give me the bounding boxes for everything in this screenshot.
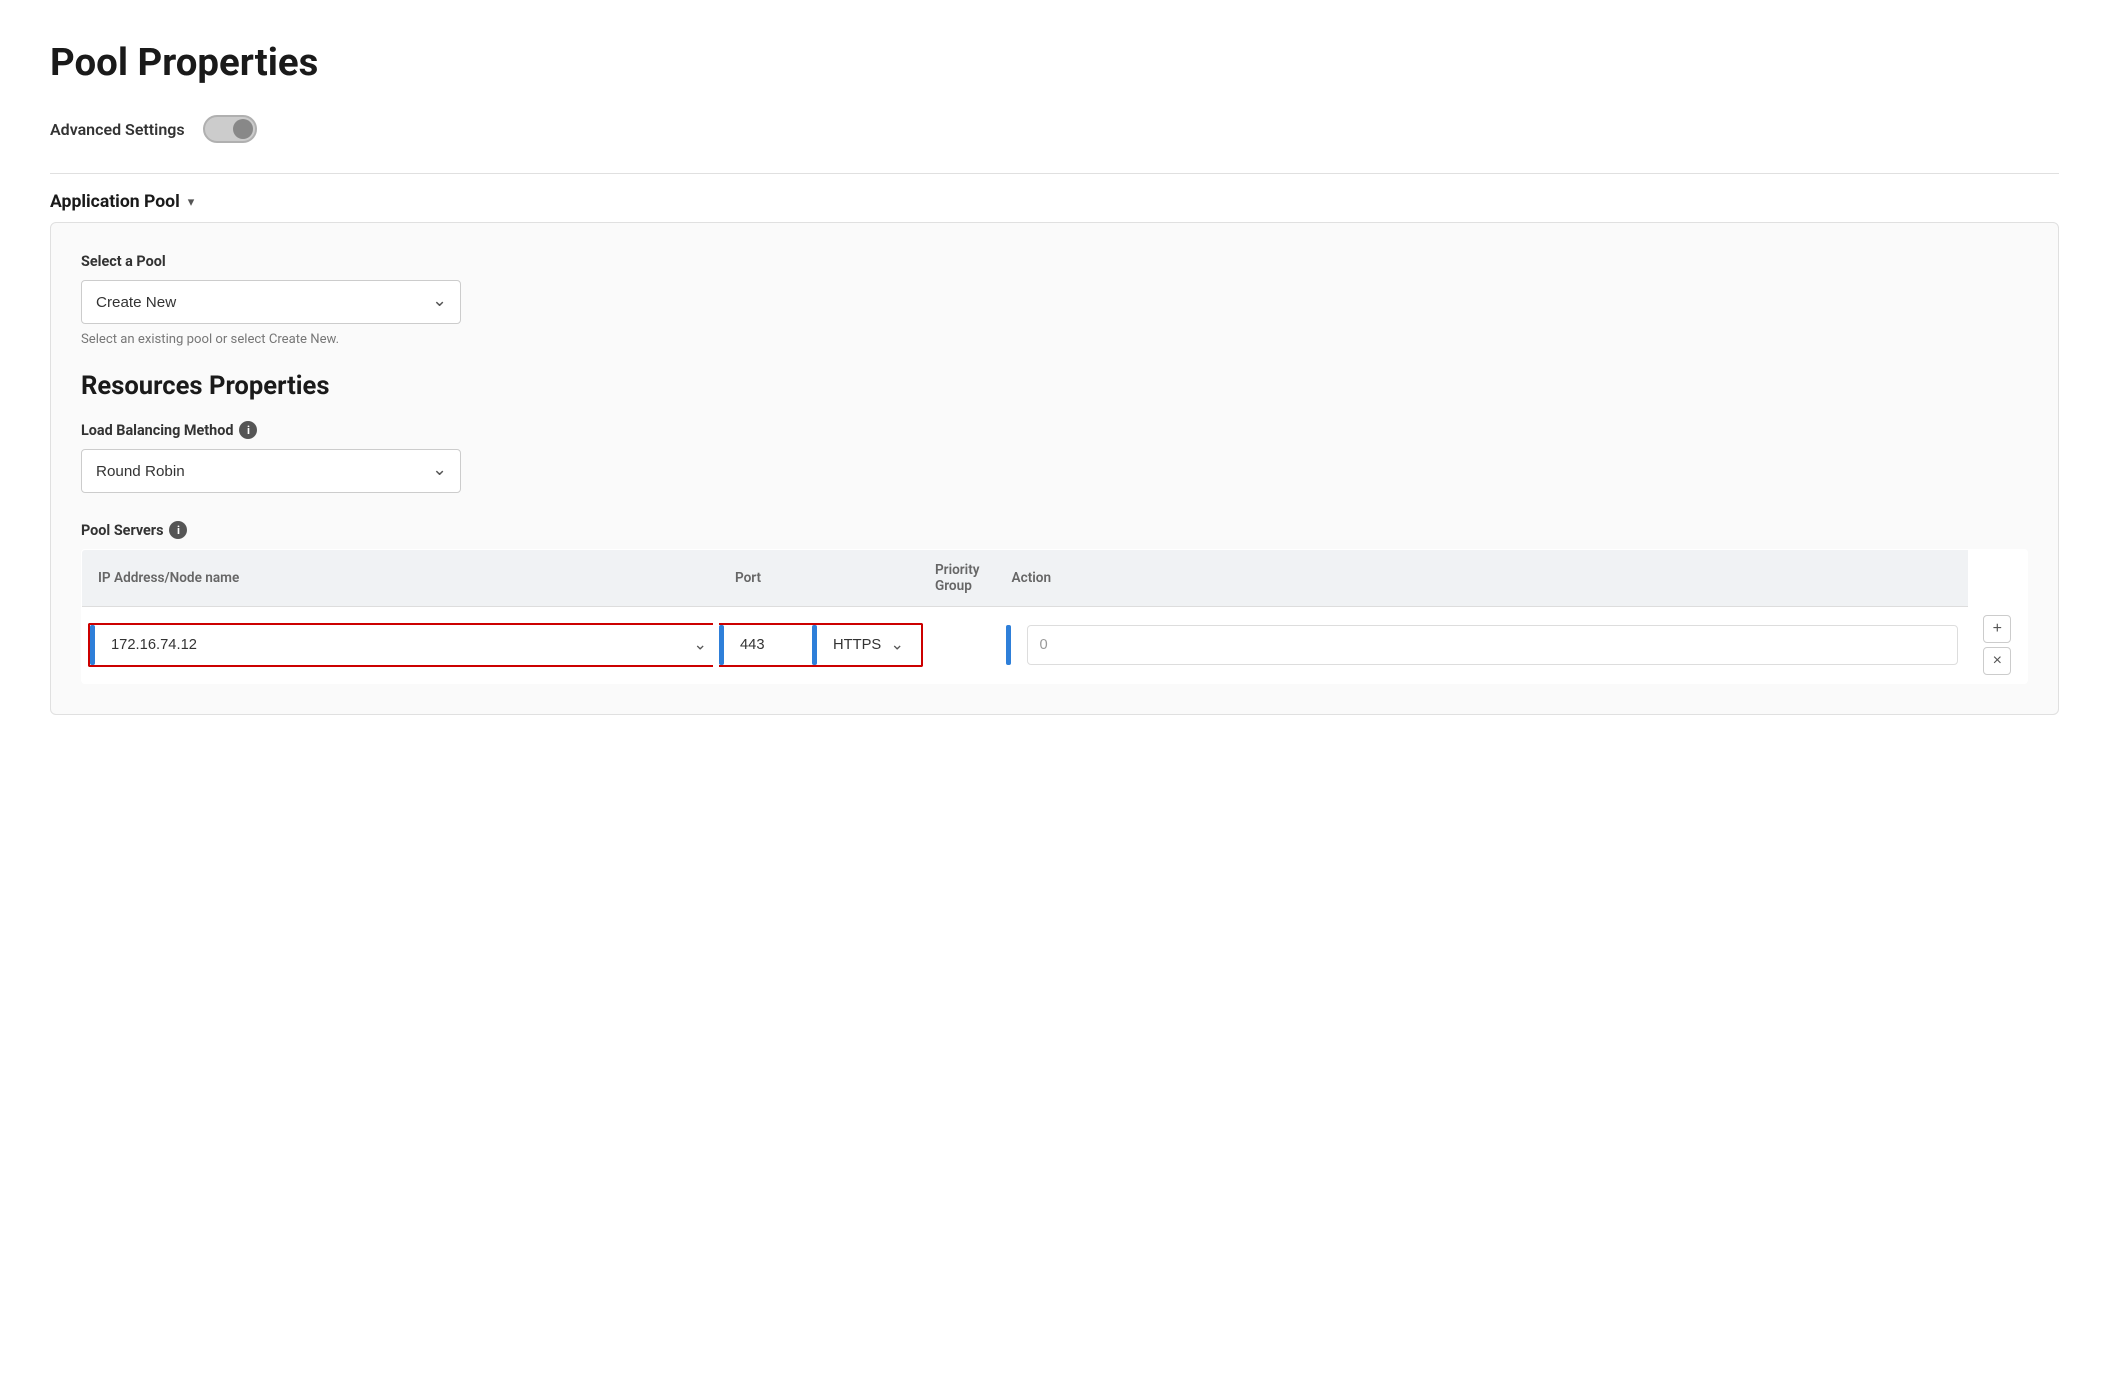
priority-blue-bar: [1006, 625, 1011, 665]
table-row: 172.16.74.12: [82, 607, 2028, 684]
load-balancing-dropdown[interactable]: Round Robin Least Connections IP Hash: [81, 449, 461, 493]
select-pool-dropdown[interactable]: Create New Pool 1 Pool 2: [81, 280, 461, 324]
port-cell: HTTPS HTTP TCP: [719, 607, 919, 684]
action-buttons: + ×: [1978, 615, 2018, 675]
load-balancing-label: Load Balancing Method: [81, 422, 233, 439]
port-input[interactable]: [732, 625, 812, 665]
add-row-button[interactable]: +: [1983, 615, 2011, 643]
pool-servers-info-icon[interactable]: i: [169, 521, 187, 539]
col-action: Action: [996, 550, 1968, 607]
remove-row-button[interactable]: ×: [1983, 647, 2011, 675]
advanced-settings-row: Advanced Settings: [50, 115, 2059, 143]
ip-cell: 172.16.74.12: [82, 607, 719, 684]
priority-group-container: [1006, 625, 1958, 665]
priority-cell: [996, 607, 1968, 684]
application-pool-title: Application Pool: [50, 192, 180, 212]
select-pool-label: Select a Pool: [81, 253, 2028, 270]
application-pool-card: Select a Pool Create New Pool 1 Pool 2 S…: [50, 222, 2059, 715]
resources-heading: Resources Properties: [81, 371, 2028, 401]
ip-blue-bar: [90, 625, 95, 665]
application-pool-section-header[interactable]: Application Pool ▾: [50, 174, 2059, 212]
action-cell: + ×: [1968, 607, 2028, 684]
advanced-settings-toggle[interactable]: [203, 115, 257, 143]
col-ip: IP Address/Node name: [82, 550, 719, 607]
port-blue-bar: [719, 625, 724, 665]
col-priority: Priority Group: [919, 550, 996, 607]
protocol-dropdown[interactable]: HTTPS HTTP TCP: [825, 625, 910, 665]
priority-input[interactable]: [1027, 625, 1958, 665]
load-balancing-wrapper[interactable]: Round Robin Least Connections IP Hash: [81, 449, 461, 493]
pool-servers-section: Pool Servers i IP Address/Node name Port…: [81, 521, 2028, 684]
port-cell-right-border: [919, 607, 996, 684]
ip-select-wrapper[interactable]: 172.16.74.12: [103, 625, 713, 665]
advanced-settings-label: Advanced Settings: [50, 120, 185, 139]
protocol-select-wrapper[interactable]: HTTPS HTTP TCP: [825, 625, 910, 665]
ip-address-dropdown[interactable]: 172.16.74.12: [103, 625, 713, 665]
select-pool-hint: Select an existing pool or select Create…: [81, 332, 2028, 347]
load-balancing-info-icon[interactable]: i: [239, 421, 257, 439]
col-port: Port: [719, 550, 919, 607]
pool-servers-label-row: Pool Servers i: [81, 521, 2028, 539]
protocol-separator-bar: [812, 625, 817, 665]
load-balancing-label-row: Load Balancing Method i: [81, 421, 2028, 439]
page-title: Pool Properties: [50, 40, 2059, 85]
select-pool-wrapper[interactable]: Create New Pool 1 Pool 2: [81, 280, 461, 324]
toggle-thumb: [233, 119, 253, 139]
pool-servers-label: Pool Servers: [81, 522, 163, 539]
chevron-down-icon: ▾: [188, 195, 194, 210]
table-header-row: IP Address/Node name Port Priority Group…: [82, 550, 2028, 607]
pool-servers-table: IP Address/Node name Port Priority Group…: [81, 549, 2028, 684]
